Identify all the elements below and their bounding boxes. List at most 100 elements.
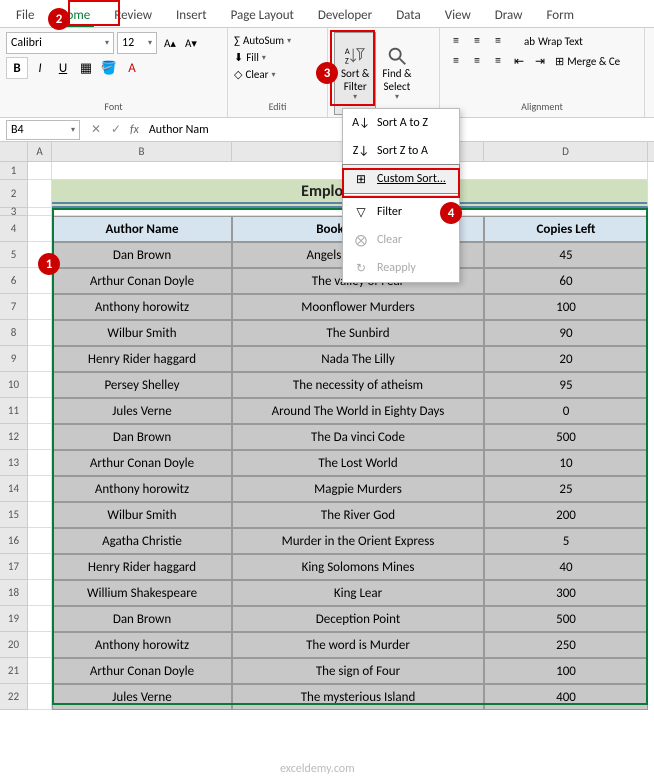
italic-button[interactable]: I	[29, 57, 51, 79]
cell-book[interactable]: The Sunbird	[232, 320, 484, 346]
row-header[interactable]: 15	[0, 502, 28, 528]
tab-review[interactable]: Review	[102, 4, 164, 27]
tab-file[interactable]: File	[4, 4, 46, 27]
cell-author[interactable]: Dan Brown	[52, 424, 232, 450]
fill-button[interactable]: ⬇Fill▾	[234, 49, 321, 66]
cell-copies[interactable]: 500	[484, 606, 648, 632]
cell-author[interactable]: Arthur Conan Doyle	[52, 658, 232, 684]
fill-color-button[interactable]: 🪣	[98, 57, 120, 79]
cell-author[interactable]: Henry Rider haggard	[52, 554, 232, 580]
row-header[interactable]: 12	[0, 424, 28, 450]
cell[interactable]	[28, 372, 52, 398]
cell-book[interactable]: Murder in the Orient Express	[232, 528, 484, 554]
cell-book[interactable]: The sign of Four	[232, 658, 484, 684]
row-header[interactable]: 11	[0, 398, 28, 424]
tab-view[interactable]: View	[433, 4, 483, 27]
col-header-b[interactable]: B	[52, 142, 232, 161]
cell-copies[interactable]: 500	[484, 424, 648, 450]
align-left-icon[interactable]: ≡	[446, 52, 466, 70]
row-header[interactable]: 8	[0, 320, 28, 346]
cell-book[interactable]: Moonflower Murders	[232, 294, 484, 320]
cell[interactable]	[28, 346, 52, 372]
menu-custom-sort[interactable]: ⊞Custom Sort...	[342, 164, 460, 194]
cell-author[interactable]: Jules Verne	[52, 684, 232, 710]
row-header[interactable]: 21	[0, 658, 28, 684]
find-select-button[interactable]: Find & Select▾	[376, 32, 417, 115]
cell-author[interactable]: Anthony horowitz	[52, 476, 232, 502]
cell[interactable]	[28, 294, 52, 320]
row-header[interactable]: 4	[0, 216, 28, 242]
header-cell[interactable]: Author Name	[52, 216, 232, 242]
cancel-icon[interactable]: ✕	[86, 120, 106, 140]
row-header[interactable]: 5	[0, 242, 28, 268]
row-header[interactable]: 9	[0, 346, 28, 372]
cell[interactable]	[28, 320, 52, 346]
cell-copies[interactable]: 60	[484, 268, 648, 294]
row-header[interactable]: 22	[0, 684, 28, 710]
col-header-d[interactable]: D	[484, 142, 648, 161]
cell-book[interactable]: The mysterious Island	[232, 684, 484, 710]
cell-copies[interactable]: 20	[484, 346, 648, 372]
font-size-select[interactable]: 12▾	[117, 32, 157, 54]
align-center-icon[interactable]: ≡	[467, 52, 487, 70]
cell[interactable]	[28, 502, 52, 528]
cell[interactable]	[28, 606, 52, 632]
cell-book[interactable]: King Lear	[232, 580, 484, 606]
autosum-button[interactable]: ∑AutoSum▾	[234, 32, 321, 49]
menu-sort-za[interactable]: Z↓Sort Z to A	[343, 137, 459, 165]
cell-book[interactable]: The Lost World	[232, 450, 484, 476]
merge-center-button[interactable]: ⊞Merge & Ce	[551, 55, 624, 68]
cell-book[interactable]: Around The World in Eighty Days	[232, 398, 484, 424]
wrap-text-button[interactable]: abWrap Text	[520, 35, 587, 48]
menu-sort-az[interactable]: A↓Sort A to Z	[343, 109, 459, 137]
tab-developer[interactable]: Developer	[306, 4, 384, 27]
row-header[interactable]: 10	[0, 372, 28, 398]
row-header[interactable]: 3	[0, 208, 28, 216]
tab-draw[interactable]: Draw	[483, 4, 535, 27]
cell-copies[interactable]: 25	[484, 476, 648, 502]
increase-font-icon[interactable]: A▴	[160, 32, 180, 54]
cell-book[interactable]: Nada The Lilly	[232, 346, 484, 372]
row-header[interactable]: 13	[0, 450, 28, 476]
cell-copies[interactable]: 400	[484, 684, 648, 710]
col-header-a[interactable]: A	[28, 142, 52, 161]
cell-book[interactable]: The necessity of atheism	[232, 372, 484, 398]
align-top-icon[interactable]: ≡	[446, 32, 466, 50]
cell-copies[interactable]: 250	[484, 632, 648, 658]
cell[interactable]	[28, 476, 52, 502]
row-header[interactable]: 6	[0, 268, 28, 294]
cell-author[interactable]: Arthur Conan Doyle	[52, 450, 232, 476]
cell-author[interactable]: Dan Brown	[52, 606, 232, 632]
cell-copies[interactable]: 45	[484, 242, 648, 268]
row-header[interactable]: 7	[0, 294, 28, 320]
confirm-icon[interactable]: ✓	[106, 120, 126, 140]
cell-author[interactable]: Persey Shelley	[52, 372, 232, 398]
cell[interactable]	[28, 658, 52, 684]
cell-copies[interactable]: 300	[484, 580, 648, 606]
cell-author[interactable]: Agatha Christie	[52, 528, 232, 554]
cell-copies[interactable]: 40	[484, 554, 648, 580]
indent-left-icon[interactable]: ⇤	[509, 52, 529, 70]
cell-copies[interactable]: 95	[484, 372, 648, 398]
cell-author[interactable]: Wilbur Smith	[52, 320, 232, 346]
cell[interactable]	[28, 424, 52, 450]
cell[interactable]	[28, 684, 52, 710]
tab-insert[interactable]: Insert	[164, 4, 219, 27]
row-header[interactable]: 19	[0, 606, 28, 632]
cell[interactable]	[28, 208, 52, 216]
row-header[interactable]: 20	[0, 632, 28, 658]
row-header[interactable]: 2	[0, 180, 28, 208]
cell[interactable]	[28, 180, 52, 208]
cell[interactable]	[28, 216, 52, 242]
cell-author[interactable]: Henry Rider haggard	[52, 346, 232, 372]
align-bottom-icon[interactable]: ≡	[488, 32, 508, 50]
font-name-select[interactable]: Calibri▾	[6, 32, 114, 54]
bold-button[interactable]: B	[6, 57, 28, 79]
cell-book[interactable]: The River God	[232, 502, 484, 528]
cell[interactable]	[28, 398, 52, 424]
border-button[interactable]: ▦	[75, 57, 97, 79]
row-header[interactable]: 1	[0, 162, 28, 180]
cell[interactable]	[28, 450, 52, 476]
name-box[interactable]: B4▾	[6, 120, 80, 140]
row-header[interactable]: 14	[0, 476, 28, 502]
